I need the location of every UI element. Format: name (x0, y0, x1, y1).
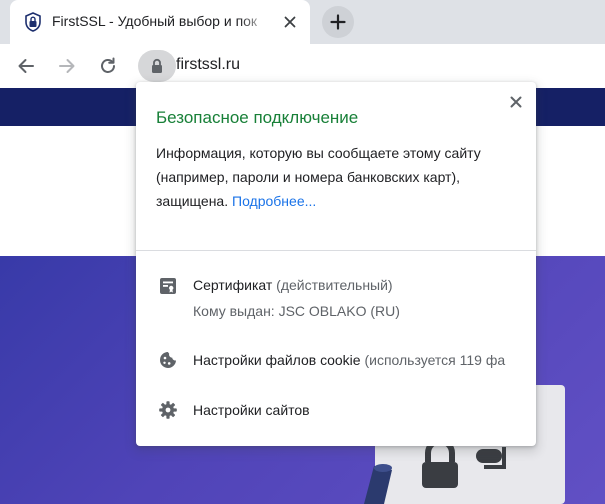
certificate-label: Сертификат (193, 277, 273, 293)
tab-title: FirstSSL - Удобный выбор и пок (52, 13, 258, 29)
cookie-settings-row[interactable]: Настройки файлов cookie (используется 11… (193, 352, 518, 368)
certificate-status: (действительный) (276, 277, 393, 293)
certificate-issued-to: Кому выдан: JSC OBLAKO (RU) (193, 303, 400, 319)
cookie-usage-text: (используется 119 фа (364, 352, 506, 368)
site-settings-row[interactable]: Настройки сайтов (193, 402, 310, 418)
connection-description-text: Информация, которую вы сообщаете этому с… (156, 145, 481, 209)
close-icon[interactable] (508, 94, 524, 110)
certificate-row[interactable]: Сертификат (действительный) (193, 277, 393, 293)
tab-close-icon[interactable] (282, 14, 298, 30)
browser-tab[interactable]: FirstSSL - Удобный выбор и пок (10, 0, 310, 44)
cookie-settings-label: Настройки файлов cookie (193, 352, 361, 368)
cable-illustration-icon (476, 447, 506, 469)
popup-divider (136, 250, 536, 251)
connection-status-title: Безопасное подключение (156, 108, 359, 127)
connection-description: Информация, которую вы сообщаете этому с… (156, 141, 518, 213)
lock-icon (152, 58, 162, 73)
url-text[interactable]: firstssl.ru (176, 56, 240, 74)
cookie-icon (158, 350, 178, 370)
forward-arrow-icon (59, 59, 75, 73)
forward-button[interactable] (53, 52, 81, 80)
plus-icon (330, 14, 346, 30)
reload-icon (101, 57, 115, 73)
site-info-popup: Безопасное подключение Информация, котор… (136, 82, 536, 446)
shield-lock-icon (24, 12, 42, 32)
certificate-icon (158, 276, 178, 296)
tube-illustration-icon (364, 464, 392, 504)
tab-strip: FirstSSL - Удобный выбор и пок (0, 0, 605, 44)
back-button[interactable] (12, 52, 40, 80)
address-bar[interactable]: firstssl.ru (138, 50, 605, 82)
gear-icon (158, 400, 178, 420)
back-arrow-icon (18, 59, 34, 73)
learn-more-link[interactable]: Подробнее... (232, 193, 316, 209)
site-settings-label: Настройки сайтов (193, 402, 310, 418)
reload-button[interactable] (94, 52, 122, 80)
new-tab-button[interactable] (322, 6, 354, 38)
site-info-button[interactable] (138, 50, 176, 82)
